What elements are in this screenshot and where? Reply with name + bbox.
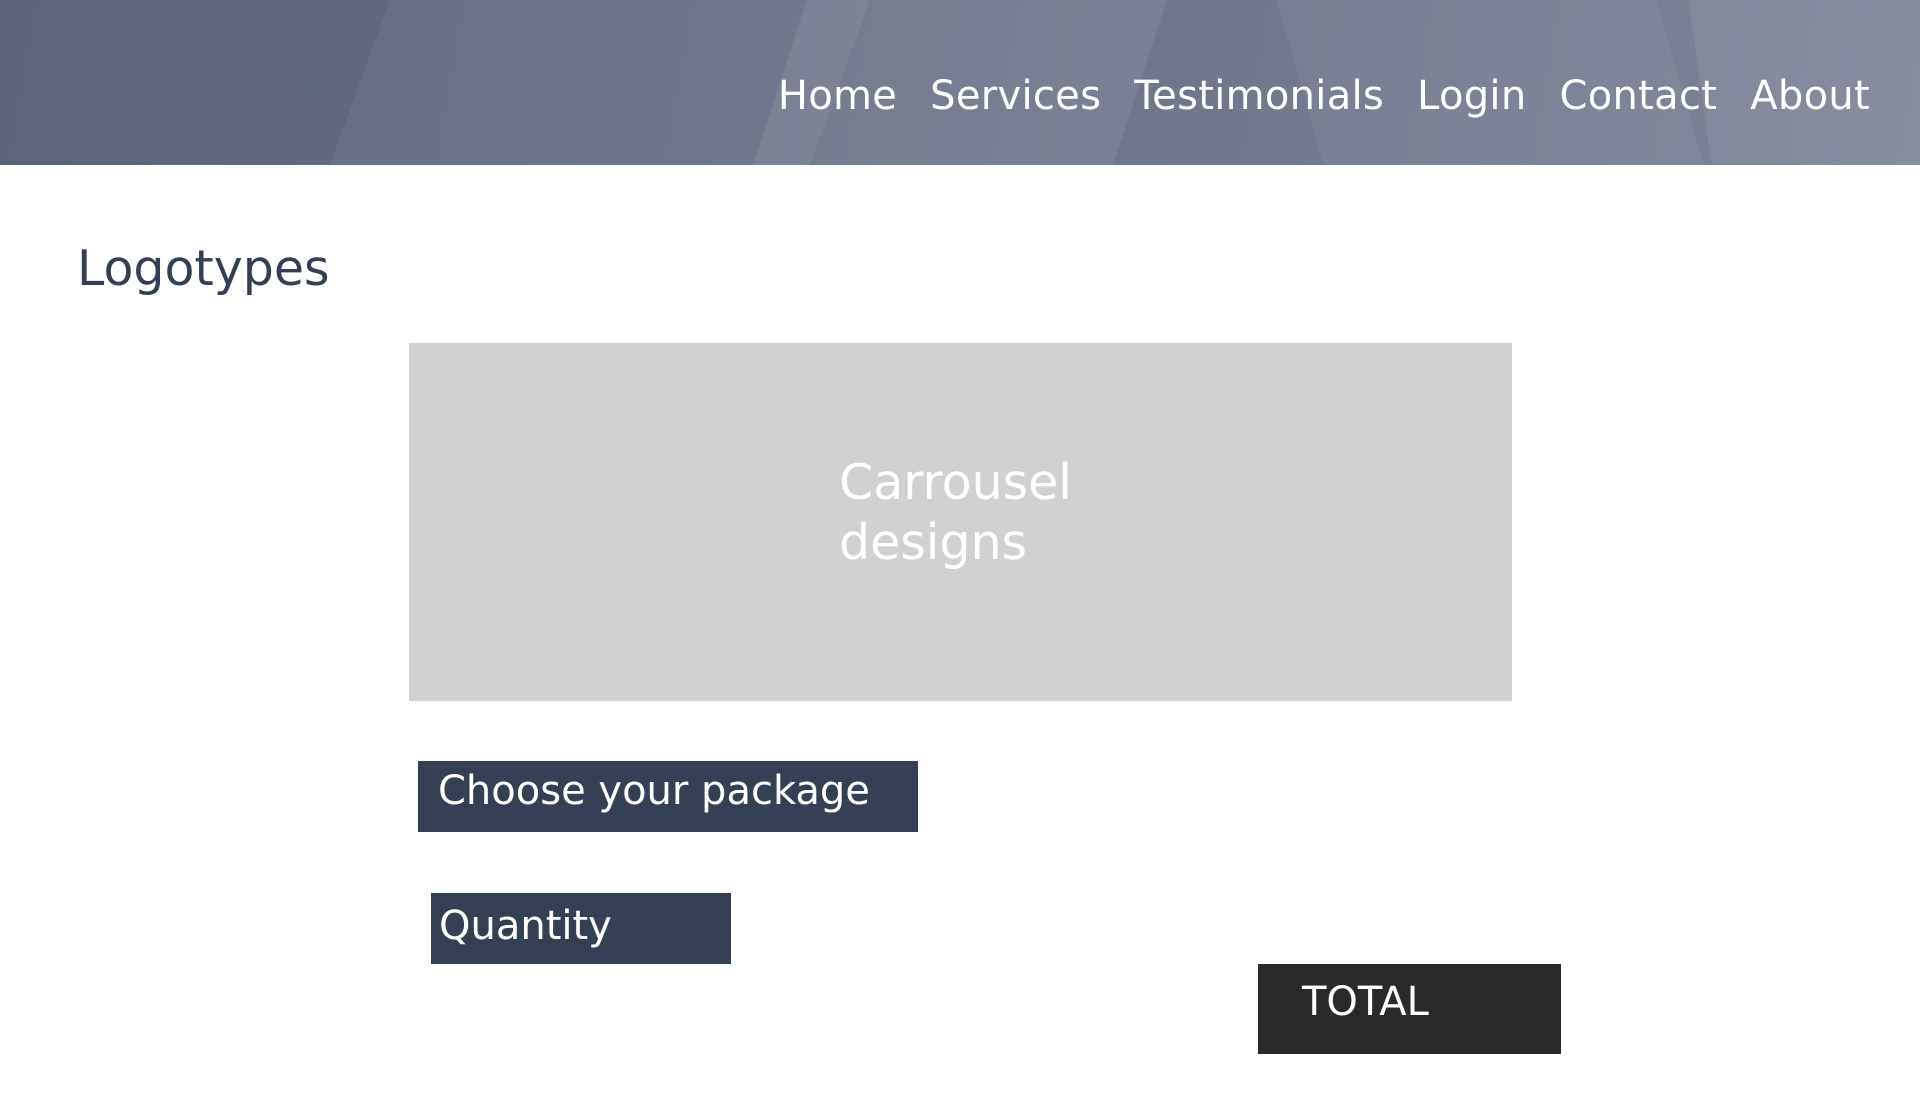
total-display: TOTAL [1258,964,1561,1054]
carousel-label-line-2: designs [839,514,1028,571]
nav-services-link[interactable]: Services [930,72,1101,120]
nav-home-link[interactable]: Home [778,72,897,120]
page-title: Logotypes [77,240,330,297]
quantity-button[interactable]: Quantity [431,893,731,964]
site-header: Home Services Testimonials Login Contact… [0,0,1920,165]
carousel-label-line-1: Carrousel [839,454,1072,511]
designs-carousel[interactable]: Carrousel designs [409,343,1512,701]
nav-testimonials-link[interactable]: Testimonials [1134,72,1384,120]
nav-login-link[interactable]: Login [1417,72,1526,120]
nav-about-link[interactable]: About [1750,72,1870,120]
main-nav: Home Services Testimonials Login Contact… [778,72,1870,120]
carousel-placeholder-label: Carrousel designs [839,453,1119,573]
nav-contact-link[interactable]: Contact [1560,72,1718,120]
choose-package-button[interactable]: Choose your package [418,761,918,832]
